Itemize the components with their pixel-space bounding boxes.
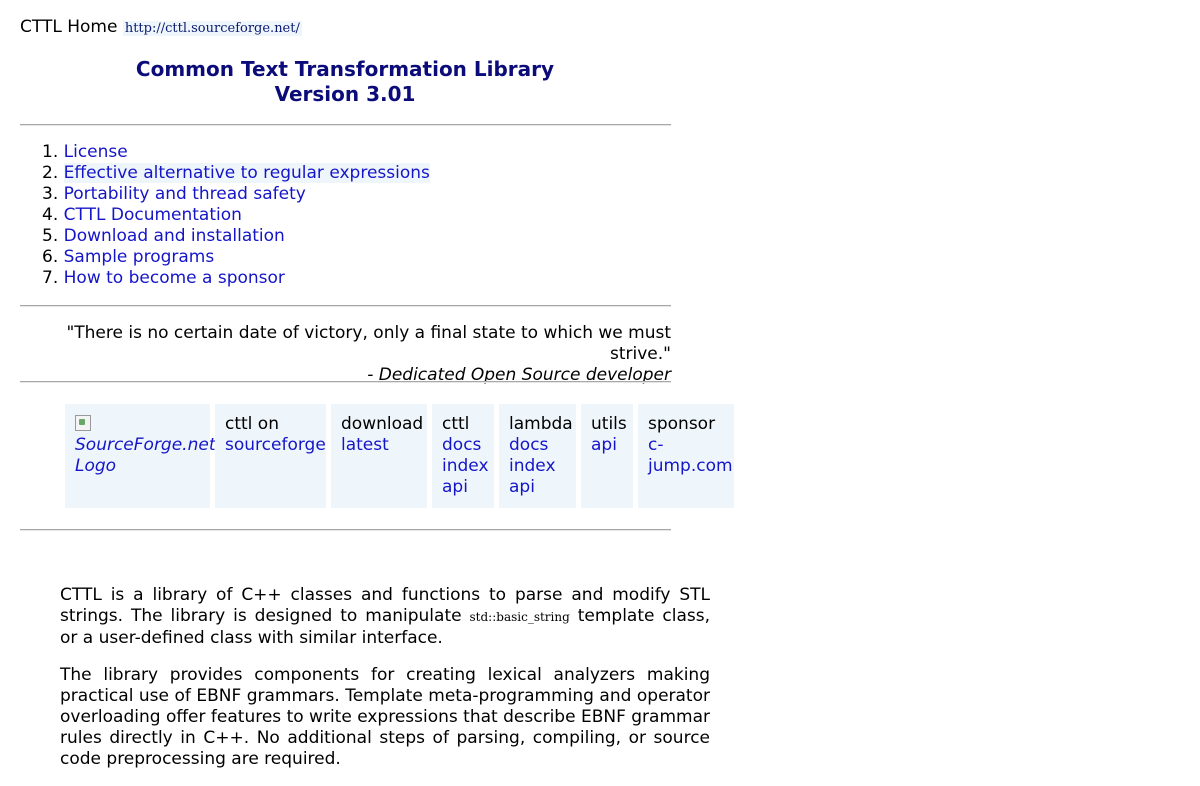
nav-link-cttl-index[interactable]: index bbox=[442, 456, 489, 477]
nav-link-c-jump-part1: c- bbox=[648, 435, 664, 455]
nav-link-sourceforge[interactable]: sourceforge bbox=[225, 435, 326, 456]
toc-number: 3. bbox=[42, 184, 59, 204]
quote-block: "There is no certain date of victory, on… bbox=[20, 323, 671, 386]
nav-cell-heading: download bbox=[341, 414, 424, 434]
toc-link-license[interactable]: License bbox=[64, 142, 128, 162]
toc-number: 4. bbox=[42, 205, 59, 225]
nav-link-lambda-docs[interactable]: docs bbox=[509, 435, 566, 456]
divider bbox=[20, 381, 671, 383]
nav-link-lambda-index[interactable]: index bbox=[509, 456, 566, 477]
nav-cell-sponsor: sponsor c-jump.com bbox=[638, 404, 734, 508]
toc-number: 7. bbox=[42, 268, 59, 288]
title-line-1: Common Text Transformation Library bbox=[135, 57, 555, 81]
title-line-2: Version 3.01 bbox=[274, 82, 416, 106]
divider bbox=[20, 305, 671, 307]
nav-cell-lambda: lambda docs index api bbox=[499, 404, 576, 508]
home-url-link[interactable]: http://cttl.sourceforge.net/ bbox=[122, 21, 302, 36]
toc-number: 2. bbox=[42, 163, 59, 183]
nav-cell-download: download latest bbox=[331, 404, 427, 508]
components-paragraph: The library provides components for crea… bbox=[60, 665, 710, 769]
code-basic-string: std::basic_string bbox=[469, 610, 570, 624]
toc-link-sponsor[interactable]: How to become a sponsor bbox=[64, 268, 285, 288]
toc-link-download[interactable]: Download and installation bbox=[64, 226, 285, 246]
toc-number: 1. bbox=[42, 142, 59, 162]
toc-link-documentation[interactable]: CTTL Documentation bbox=[64, 205, 242, 225]
nav-cell-cttl: cttl docs index api bbox=[432, 404, 494, 508]
intro-paragraph: CTTL is a library of C++ classes and fun… bbox=[60, 585, 710, 649]
table-of-contents: 1. License 2. Effective alternative to r… bbox=[42, 142, 430, 289]
quote-text: "There is no certain date of victory, on… bbox=[66, 323, 671, 364]
toc-item: 5. Download and installation bbox=[42, 226, 430, 247]
toc-link-regex-alternative[interactable]: Effective alternative to regular express… bbox=[63, 163, 430, 183]
toc-link-portability[interactable]: Portability and thread safety bbox=[64, 184, 306, 204]
main-content: CTTL is a library of C++ classes and fun… bbox=[60, 585, 710, 786]
nav-cell-heading: cttl bbox=[442, 414, 470, 434]
sourceforge-logo-cell[interactable]: SourceForge.net Logo bbox=[65, 404, 215, 508]
divider bbox=[20, 124, 671, 126]
nav-link-latest[interactable]: latest bbox=[341, 435, 417, 456]
home-label: CTTL Home bbox=[20, 17, 118, 37]
nav-link-utils-api[interactable]: api bbox=[591, 435, 623, 456]
nav-cell-heading: sponsor bbox=[648, 414, 716, 434]
toc-item: 2. Effective alternative to regular expr… bbox=[42, 163, 430, 184]
toc-link-samples[interactable]: Sample programs bbox=[64, 247, 215, 267]
nav-link-cttl-docs[interactable]: docs bbox=[442, 435, 484, 456]
nav-link-lambda-api[interactable]: api bbox=[509, 477, 566, 498]
nav-link-cttl-api[interactable]: api bbox=[442, 477, 484, 498]
nav-link-c-jump-part2: jump.com bbox=[648, 456, 733, 476]
nav-cell-heading: utils bbox=[591, 414, 627, 434]
toc-item: 3. Portability and thread safety bbox=[42, 184, 430, 205]
toc-item: 4. CTTL Documentation bbox=[42, 205, 430, 226]
toc-item: 6. Sample programs bbox=[42, 247, 430, 268]
navigation-bar: SourceForge.net Logo cttl on sourceforge… bbox=[65, 404, 734, 508]
divider bbox=[20, 529, 671, 531]
toc-number: 5. bbox=[42, 226, 59, 246]
toc-number: 6. bbox=[42, 247, 59, 267]
nav-cell-cttl-sourceforge: cttl on sourceforge bbox=[215, 404, 326, 508]
home-line: CTTL Home http://cttl.sourceforge.net/ bbox=[20, 17, 302, 37]
nav-cell-utils: utils api bbox=[581, 404, 633, 508]
page-title: Common Text Transformation Library Versi… bbox=[20, 57, 670, 107]
nav-cell-heading: cttl on bbox=[225, 414, 279, 434]
broken-image-icon bbox=[75, 415, 91, 431]
toc-item: 7. How to become a sponsor bbox=[42, 268, 430, 289]
nav-link-c-jump[interactable]: c-jump.com bbox=[648, 435, 733, 477]
sourceforge-logo-link[interactable]: SourceForge.net Logo bbox=[75, 435, 215, 477]
nav-cell-heading: lambda bbox=[509, 414, 573, 434]
toc-item: 1. License bbox=[42, 142, 430, 163]
